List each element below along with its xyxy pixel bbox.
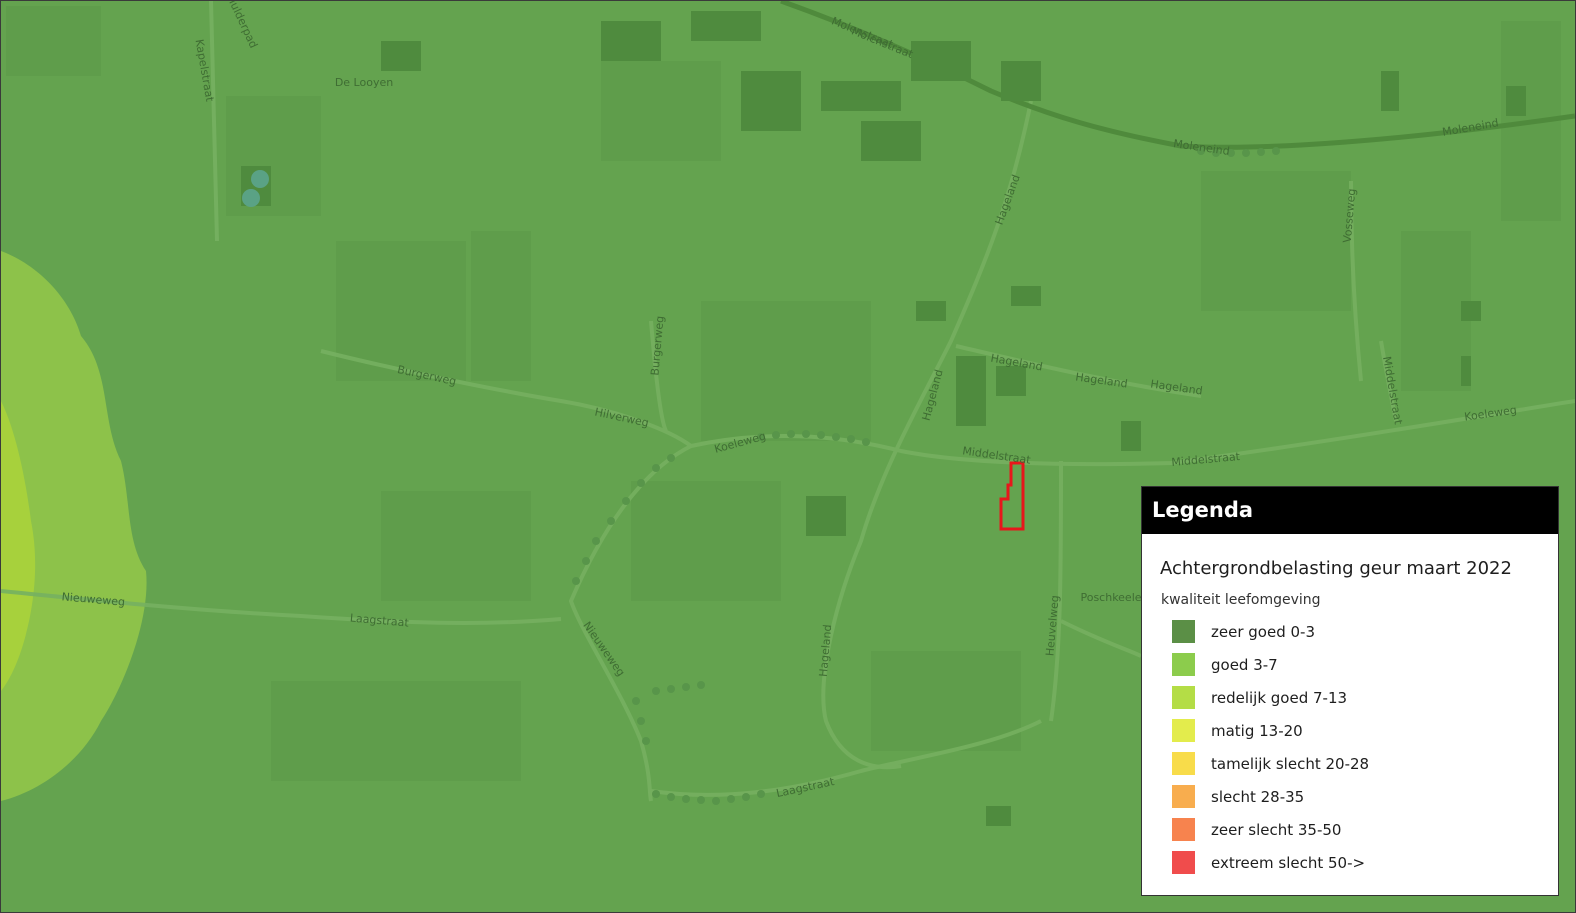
legend-item: zeer goed 0-3 (1142, 615, 1558, 648)
legend-item: slecht 28-35 (1142, 780, 1558, 813)
legend-item-label: goed 3-7 (1211, 655, 1278, 674)
legend-item: extreem slecht 50-> (1142, 846, 1558, 879)
legend-item-label: extreem slecht 50-> (1211, 853, 1366, 872)
road-label: Poschkeele (1080, 591, 1141, 604)
legend-swatch (1172, 620, 1195, 643)
legend-swatch (1172, 719, 1195, 742)
legend-item: matig 13-20 (1142, 714, 1558, 747)
legend-item-label: zeer goed 0-3 (1211, 622, 1315, 641)
legend-swatch (1172, 686, 1195, 709)
legend-item-label: zeer slecht 35-50 (1211, 820, 1342, 839)
legend-panel: Legenda Achtergrondbelasting geur maart … (1141, 486, 1559, 896)
legend-swatch (1172, 818, 1195, 841)
legend-swatch (1172, 785, 1195, 808)
legend-swatch (1172, 653, 1195, 676)
legend-swatch (1172, 752, 1195, 775)
legend-item-label: slecht 28-35 (1211, 787, 1305, 806)
legend-item: goed 3-7 (1142, 648, 1558, 681)
legend-item-label: tamelijk slecht 20-28 (1211, 754, 1370, 773)
legend-subtitle: kwaliteit leefomgeving (1161, 592, 1321, 608)
legend-items: zeer goed 0-3 goed 3-7 redelijk goed 7-1… (1142, 615, 1558, 879)
legend-item-label: redelijk goed 7-13 (1211, 688, 1348, 707)
legend-header: Legenda (1142, 487, 1558, 534)
map-frame: Molenstraat Molenstraat Moleneind Moleneind… (0, 0, 1576, 913)
road-label: De Looyen (335, 76, 393, 89)
legend-item: tamelijk slecht 20-28 (1142, 747, 1558, 780)
legend-swatch (1172, 851, 1195, 874)
legend-item-label: matig 13-20 (1211, 721, 1303, 740)
legend-item: redelijk goed 7-13 (1142, 681, 1558, 714)
legend-item: zeer slecht 35-50 (1142, 813, 1558, 846)
legend-title: Achtergrondbelasting geur maart 2022 (1160, 558, 1512, 579)
